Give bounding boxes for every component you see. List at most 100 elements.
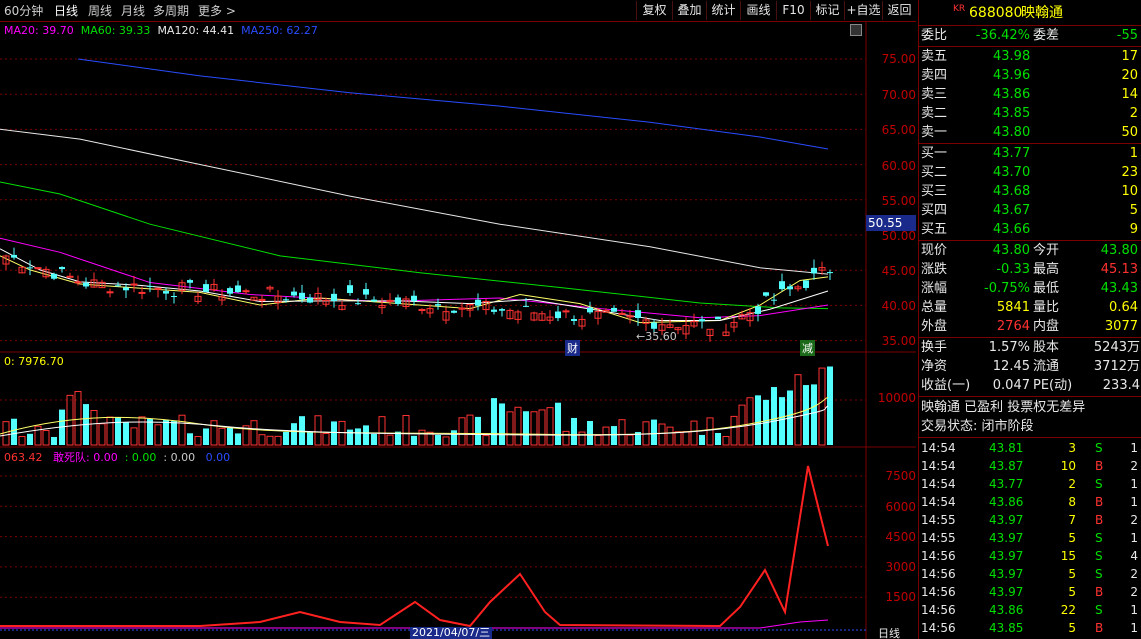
stat-label: 最高: [1033, 262, 1060, 277]
tick-price: 43.97: [989, 549, 1024, 563]
tick-time: 14:56: [921, 567, 956, 581]
bid-row[interactable]: 买四 43.67 5: [919, 202, 1141, 220]
candle-body: [779, 281, 785, 290]
tab-weekly[interactable]: 周线: [88, 2, 112, 19]
bid-row[interactable]: 买三 43.68 10: [919, 183, 1141, 201]
candle-body: [587, 307, 593, 313]
f10-button[interactable]: F10: [776, 1, 810, 20]
stock-name: 映翰通: [1021, 5, 1063, 21]
info-line-1: 映翰通 已盈利 投票权无差异: [919, 399, 1141, 417]
tick-price: 43.86: [989, 495, 1024, 509]
volume-bar: [98, 423, 106, 446]
stat-row: 现价 43.80 今开 43.80: [919, 242, 1141, 260]
earnings-marker[interactable]: 财: [565, 340, 580, 356]
tick-price: 43.86: [989, 603, 1024, 617]
candle-body: [258, 298, 266, 301]
candle-body: [34, 267, 42, 270]
stat-row: 总量 5841 量比 0.64: [919, 299, 1141, 317]
overlay-button[interactable]: 叠加: [672, 1, 706, 20]
tick-time: 14:54: [921, 477, 956, 491]
draw-button[interactable]: 画线: [740, 1, 776, 20]
indicator-value-2: 敢死队: 0.00: [53, 451, 118, 464]
volume-tick: 10000: [877, 391, 916, 405]
reduction-marker[interactable]: 减: [800, 340, 815, 356]
candle-body: [283, 299, 289, 301]
fundamental-value: 1.57%: [988, 340, 1030, 355]
fundamental-row: 收益(一) 0.047 PE(动) 233.4: [919, 377, 1141, 395]
tick-side: B: [1095, 585, 1104, 599]
fuquan-button[interactable]: 复权: [636, 1, 672, 20]
volume-bar: [722, 435, 730, 446]
tick-price: 43.81: [989, 441, 1024, 455]
add-favorite-button[interactable]: +自选: [844, 1, 882, 20]
bid-row[interactable]: 买二 43.70 23: [919, 164, 1141, 182]
bid-row[interactable]: 买一 43.77 1: [919, 145, 1141, 163]
stat-row: 涨幅 -0.75% 最低 43.43: [919, 280, 1141, 298]
tick-count: 2: [1130, 513, 1138, 527]
mark-button[interactable]: 标记: [810, 1, 844, 20]
candle-body: [27, 267, 33, 269]
bid-label: 买四: [921, 203, 948, 218]
bid-volume: 9: [1129, 222, 1138, 237]
volume-bar: [755, 395, 761, 445]
tab-more[interactable]: 更多 >: [198, 2, 236, 19]
volume-bar: [34, 425, 42, 446]
back-button[interactable]: 返回: [882, 1, 916, 20]
tick-count: 2: [1130, 459, 1138, 473]
volume-bar: [258, 434, 266, 446]
bid-row[interactable]: 买五 43.66 9: [919, 221, 1141, 239]
ask-row[interactable]: 卖一 43.80 50: [919, 124, 1141, 142]
tick-side: S: [1095, 531, 1103, 545]
indicator-value-4: : 0.00: [163, 451, 196, 464]
volume-bar: [106, 416, 114, 446]
stock-header: KR 688080 映翰通: [919, 2, 1141, 24]
tick-side: B: [1095, 495, 1104, 509]
tick-count: 1: [1130, 477, 1138, 491]
tick-side: S: [1095, 567, 1103, 581]
stats-button[interactable]: 统计: [706, 1, 740, 20]
volume-bar: [18, 436, 26, 446]
tab-multi-period[interactable]: 多周期: [153, 2, 189, 19]
volume-bar: [363, 425, 369, 445]
bottom-period-tab[interactable]: 日线: [878, 628, 900, 639]
ask-price: 43.98: [993, 49, 1031, 64]
candle-body: [74, 281, 82, 284]
tab-60min[interactable]: 60分钟: [4, 2, 43, 19]
ask-price: 43.96: [993, 68, 1031, 83]
stat-value: 2764: [996, 319, 1030, 334]
kline-chart[interactable]: [0, 22, 916, 639]
tab-daily[interactable]: 日线: [54, 2, 78, 19]
volume-bar: [147, 418, 153, 445]
stat-label: 现价: [921, 243, 948, 258]
tab-monthly[interactable]: 月线: [121, 2, 145, 19]
indicator-tick: 1500: [885, 590, 916, 604]
tick-row: 14:54 43.81 3 S 1: [919, 439, 1141, 457]
candle-body: [827, 272, 833, 274]
volume-bar: [715, 432, 721, 445]
bid-label: 买一: [921, 146, 948, 161]
tick-count: 1: [1130, 531, 1138, 545]
candle-body: [386, 299, 394, 302]
volume-bar: [250, 420, 258, 446]
candle-body: [355, 303, 361, 305]
candle-body: [418, 309, 426, 312]
info-text-2: 交易状态: 闭市阶段: [921, 419, 1034, 434]
tick-side: B: [1095, 621, 1104, 635]
volume-bar: [555, 402, 561, 445]
price-tick: 65.00: [881, 123, 916, 137]
tick-side: B: [1095, 513, 1104, 527]
stat-value: -0.33: [996, 262, 1030, 277]
ask-row[interactable]: 卖三 43.86 14: [919, 86, 1141, 104]
tick-time: 14:56: [921, 585, 956, 599]
date-tag: 2021/04/07/三: [410, 627, 493, 639]
ask-row[interactable]: 卖二 43.85 2: [919, 105, 1141, 123]
weibi-label: 委比: [921, 28, 948, 43]
volume-bar: [435, 434, 441, 445]
ask-row[interactable]: 卖五 43.98 17: [919, 48, 1141, 66]
tick-time: 14:56: [921, 603, 956, 617]
tick-side: S: [1095, 549, 1103, 563]
bid-label: 买二: [921, 165, 948, 180]
volume-bar: [546, 407, 554, 446]
low-annotation: ←35.60: [636, 330, 677, 343]
ask-row[interactable]: 卖四 43.96 20: [919, 67, 1141, 85]
